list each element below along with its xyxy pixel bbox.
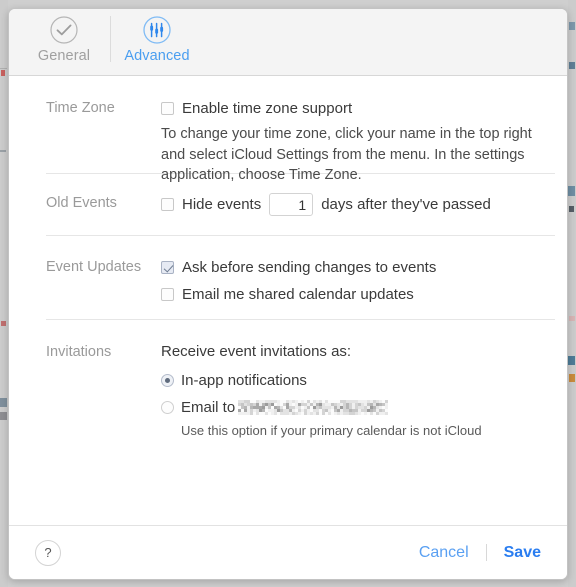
email-shared-updates-row[interactable]: Email me shared calendar updates (161, 284, 555, 305)
cancel-button[interactable]: Cancel (419, 544, 469, 562)
tab-general-label: General (37, 48, 91, 64)
enable-time-zone-label: Enable time zone support (182, 100, 353, 117)
section-invitations: Invitations Receive event invitations as… (46, 320, 555, 443)
hide-events-suffix-label: days after they've passed (321, 196, 491, 213)
hide-events-label: Hide events (182, 196, 262, 213)
footer-button-divider (485, 544, 487, 561)
section-time-zone: Time Zone Enable time zone support To ch… (46, 76, 555, 183)
email-shared-updates-label: Email me shared calendar updates (182, 286, 414, 303)
tab-advanced[interactable]: Advanced (118, 9, 196, 64)
section-label-old-events: Old Events (46, 195, 117, 211)
preferences-content: Time Zone Enable time zone support To ch… (9, 76, 567, 525)
enable-time-zone-checkbox[interactable] (161, 102, 174, 115)
preferences-toolbar: General Advanced (9, 9, 567, 76)
section-label-time-zone: Time Zone (46, 100, 115, 116)
help-button[interactable]: ? (35, 539, 61, 566)
redacted-email-address (238, 400, 389, 415)
ask-before-sending-label: Ask before sending changes to events (182, 259, 437, 276)
tab-general[interactable]: General (25, 9, 103, 64)
hide-events-row[interactable]: Hide events days after they've passed (161, 193, 555, 216)
ask-before-sending-row[interactable]: Ask before sending changes to events (161, 257, 555, 278)
hide-events-days-input[interactable] (269, 193, 314, 216)
enable-time-zone-row[interactable]: Enable time zone support (161, 98, 555, 119)
invitations-lead-text: Receive event invitations as: (161, 343, 352, 360)
time-zone-helper-text: To change your time zone, click your nam… (161, 126, 532, 183)
save-button[interactable]: Save (504, 544, 547, 562)
section-event-updates: Event Updates Ask before sending changes… (46, 236, 555, 320)
hide-events-checkbox[interactable] (161, 198, 174, 211)
toolbar-divider (110, 16, 111, 62)
section-label-event-updates: Event Updates (46, 259, 142, 275)
tab-advanced-label: Advanced (124, 48, 190, 64)
email-to-row[interactable]: Email to (161, 397, 555, 418)
invitations-helper-text: Use this option if your primary calendar… (181, 423, 482, 438)
calendar-preferences-dialog: General Advanced Time Zone Enable time z… (8, 8, 568, 580)
in-app-notifications-label: In-app notifications (181, 372, 307, 389)
email-to-label: Email to (181, 399, 236, 416)
in-app-notifications-row[interactable]: In-app notifications (161, 370, 555, 391)
email-shared-updates-checkbox[interactable] (161, 288, 174, 301)
in-app-notifications-radio[interactable] (161, 374, 174, 387)
check-circle-icon (49, 14, 79, 46)
sliders-circle-icon (142, 14, 172, 46)
dialog-footer: ? Cancel Save (9, 525, 567, 579)
section-label-invitations: Invitations (46, 344, 112, 360)
email-to-radio[interactable] (161, 401, 174, 414)
ask-before-sending-checkbox[interactable] (161, 261, 174, 274)
